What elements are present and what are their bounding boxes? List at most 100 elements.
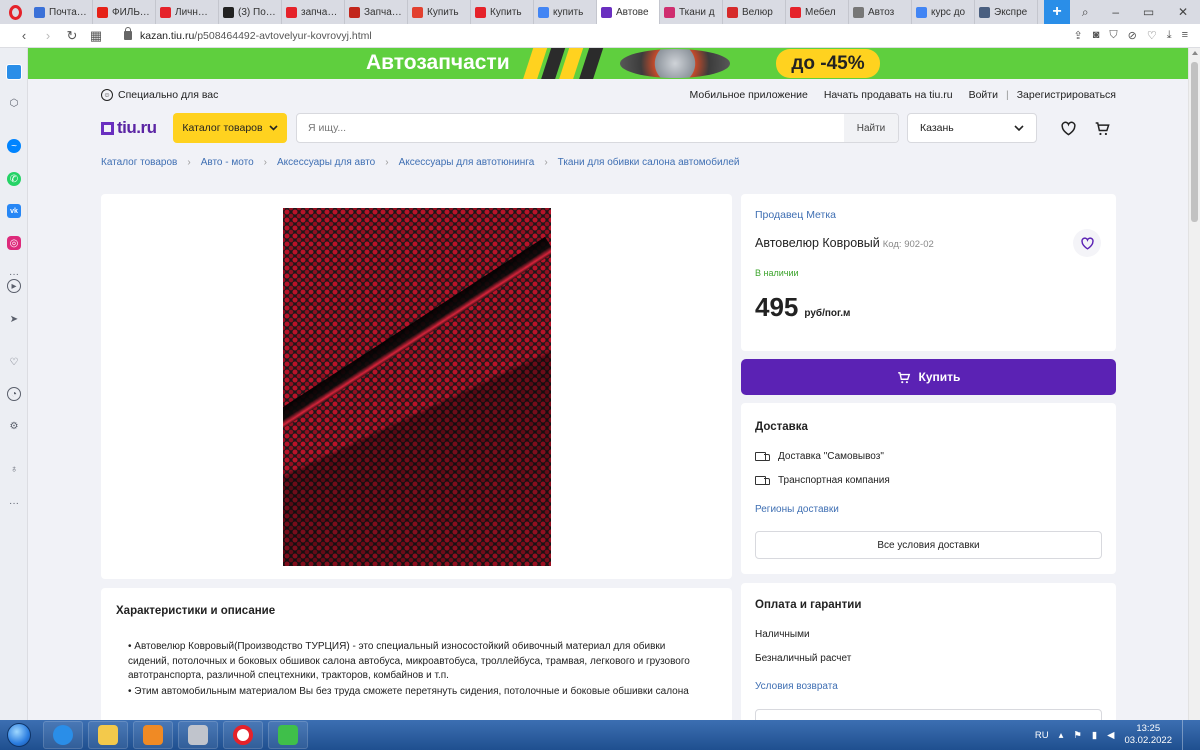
page-scrollbar[interactable] <box>1188 48 1200 720</box>
login-link[interactable]: Войти <box>969 89 998 101</box>
breadcrumb-item[interactable]: Аксессуары для авто <box>277 157 375 168</box>
show-hidden-icons[interactable]: ▴ <box>1059 730 1064 741</box>
send-icon[interactable]: ➤ <box>7 312 21 326</box>
breadcrumb-item[interactable]: Авто - мото <box>201 157 254 168</box>
special-for-you-link[interactable]: ☺ Специально для вас <box>101 89 218 101</box>
minimize-icon[interactable]: – <box>1112 5 1119 19</box>
browser-tab[interactable]: Экспре <box>975 0 1038 24</box>
search-button[interactable]: Найти <box>844 114 898 142</box>
seller-link[interactable]: Продавец Метка <box>755 209 836 221</box>
breadcrumb-item[interactable]: Ткани для обивки салона автомобилей <box>558 157 740 168</box>
browser-tab[interactable]: Купить <box>471 0 534 24</box>
description-text: • Автовелюр Ковровый(Производство ТУРЦИЯ… <box>128 640 708 700</box>
browser-tab[interactable]: курс до <box>912 0 975 24</box>
tiu-logo[interactable]: tiu.ru <box>101 118 173 138</box>
sidebar-more-icon[interactable]: ··· <box>7 496 21 510</box>
snapshot-icon[interactable]: ◙ <box>1093 29 1100 42</box>
instagram-icon[interactable]: ◎ <box>7 236 21 250</box>
file-explorer-icon[interactable] <box>88 721 128 749</box>
browser-tab[interactable]: (3) По стар <box>219 0 282 24</box>
maximize-icon[interactable]: ▭ <box>1143 5 1154 19</box>
home-icon[interactable] <box>6 64 22 80</box>
download-icon[interactable]: ⤓ <box>1167 29 1172 42</box>
favorites-heart-icon[interactable] <box>1060 121 1077 136</box>
settings-icon[interactable]: ⚙ <box>7 419 21 433</box>
all-delivery-conditions-button[interactable]: Все условия доставки <box>755 531 1102 559</box>
browser-tab[interactable]: Велюр <box>723 0 786 24</box>
browser-tab[interactable]: ФИЛЬМ П( <box>93 0 156 24</box>
calculator-icon[interactable] <box>178 721 218 749</box>
language-indicator[interactable]: RU <box>1035 730 1049 741</box>
add-to-favorites-button[interactable] <box>1073 229 1101 257</box>
notes-app-icon[interactable] <box>268 721 308 749</box>
network-icon[interactable]: ▮ <box>1092 730 1097 741</box>
tab-title: Велюр <box>742 6 773 18</box>
product-info: Продавец Метка Автовелюр Ковровый Код: 90… <box>741 194 1116 351</box>
new-tab-button[interactable]: + <box>1044 0 1070 24</box>
media-player-icon[interactable] <box>133 721 173 749</box>
start-button[interactable] <box>0 720 38 750</box>
show-desktop-button[interactable] <box>1182 720 1192 750</box>
action-center-icon[interactable]: ⚑ <box>1073 730 1082 741</box>
browser-tab[interactable]: Запчасти t <box>345 0 408 24</box>
speed-dial-icon[interactable]: ▦ <box>84 28 108 44</box>
scroll-up-icon[interactable] <box>1192 51 1198 55</box>
payment-method: Наличными <box>755 629 810 640</box>
city-select[interactable]: Казань <box>907 113 1037 143</box>
history-icon[interactable]: ◔ <box>7 387 21 401</box>
share-icon[interactable]: ⇪ <box>1073 29 1082 42</box>
messenger-icon[interactable]: ~ <box>7 139 21 153</box>
browser-tab[interactable]: Почта Ма <box>30 0 93 24</box>
adblock-icon[interactable]: ⊘ <box>1128 29 1137 42</box>
tab-title: запчасти к <box>301 6 340 18</box>
url-field[interactable]: kazan.tiu.ru/p508464492-avtovelyur-kovro… <box>124 27 1073 42</box>
browser-tab[interactable]: Купить <box>408 0 471 24</box>
player-icon[interactable]: ▸ <box>7 279 21 293</box>
favorites-icon[interactable]: ♡ <box>7 355 21 369</box>
catalog-button[interactable]: Каталог товаров <box>173 113 287 143</box>
browser-tab[interactable]: Мебел <box>786 0 849 24</box>
bookmark-heart-icon[interactable]: ♡ <box>1147 29 1157 42</box>
product-photo[interactable] <box>283 208 551 566</box>
promo-banner[interactable]: Автозапчасти до -45% <box>28 48 1188 79</box>
cart-icon <box>897 371 910 383</box>
breadcrumb-item[interactable]: Аксессуары для автотюнинга <box>399 157 535 168</box>
opera-menu-icon[interactable] <box>0 0 30 24</box>
search-input[interactable] <box>297 122 844 134</box>
vpn-icon[interactable]: ⛉ <box>1109 29 1117 42</box>
browser-tab[interactable]: запчасти к <box>282 0 345 24</box>
breadcrumb-item[interactable]: Каталог товаров <box>101 157 177 168</box>
internet-explorer-icon[interactable] <box>43 721 83 749</box>
news-icon[interactable]: ⬡ <box>7 96 21 110</box>
browser-tab[interactable]: Автоз <box>849 0 912 24</box>
scroll-thumb[interactable] <box>1191 62 1198 222</box>
vk-icon[interactable]: vk <box>7 204 21 218</box>
search-tabs-icon[interactable]: ⌕ <box>1082 5 1089 20</box>
chevron-right-icon: › <box>385 156 389 168</box>
delivery-regions-link[interactable]: Регионы доставки <box>755 504 839 515</box>
buy-button[interactable]: Купить <box>741 359 1116 395</box>
mobile-app-link[interactable]: Мобильное приложение <box>690 89 808 101</box>
forward-icon[interactable]: › <box>36 28 60 43</box>
clock[interactable]: 13:25 03.02.2022 <box>1124 723 1172 747</box>
reload-icon[interactable]: ↻ <box>60 28 84 44</box>
browser-tab[interactable]: Автове <box>597 0 660 24</box>
delivery-option: Транспортная компания <box>755 475 890 486</box>
start-selling-link[interactable]: Начать продавать на tiu.ru <box>824 89 953 101</box>
returns-link[interactable]: Условия возврата <box>755 681 838 692</box>
close-window-icon[interactable]: ✕ <box>1178 5 1188 19</box>
tab-favicon-icon <box>664 6 675 18</box>
easy-setup-icon[interactable]: ≡ <box>1182 29 1188 42</box>
cart-icon[interactable] <box>1094 121 1111 136</box>
url-domain: kazan.tiu.ru <box>140 29 195 42</box>
browser-tab[interactable]: Ткани д <box>660 0 723 24</box>
whatsapp-icon[interactable]: ✆ <box>7 172 21 186</box>
tab-title: Запчасти t <box>364 6 403 18</box>
tips-icon[interactable]: ♁ <box>7 462 21 476</box>
back-icon[interactable]: ‹ <box>12 28 36 43</box>
browser-tab[interactable]: Личный ка <box>156 0 219 24</box>
opera-taskbar-icon[interactable] <box>223 721 263 749</box>
volume-icon[interactable]: ◀ <box>1107 730 1114 741</box>
browser-tab[interactable]: купить <box>534 0 597 24</box>
register-link[interactable]: Зарегистрироваться <box>1017 89 1116 101</box>
